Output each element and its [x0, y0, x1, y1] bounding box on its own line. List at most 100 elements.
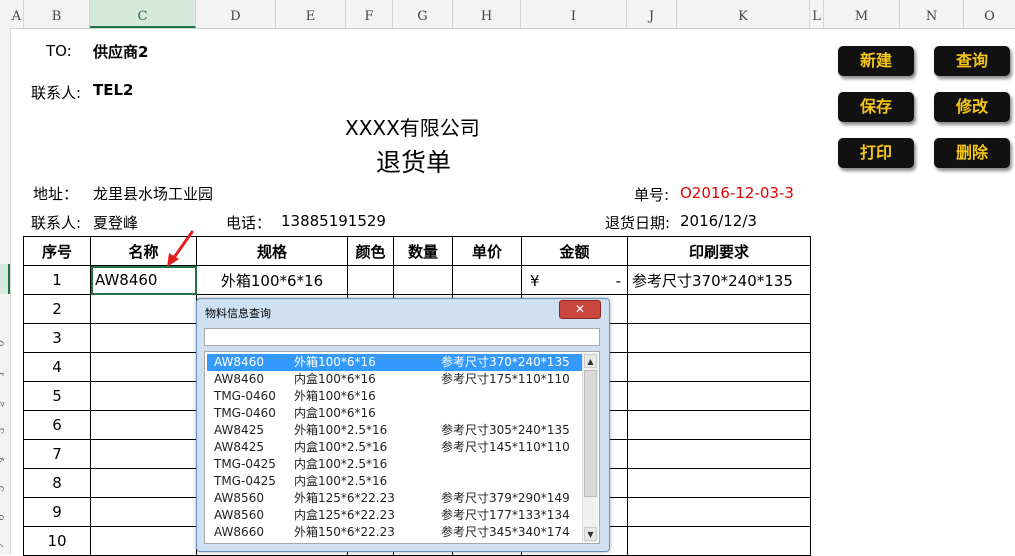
col-color-header: 颜色	[347, 236, 394, 266]
list-item[interactable]: AW8425 外箱100*2.5*16 参考尺寸305*240*135	[207, 422, 583, 439]
list-item[interactable]: AW8460 内盒100*6*16 参考尺寸175*110*110	[207, 371, 583, 388]
scroll-up-icon[interactable]: ▲	[584, 354, 597, 368]
col-header-h[interactable]: H	[453, 0, 521, 28]
print-req-cell[interactable]	[627, 439, 811, 469]
row-no-cell[interactable]: 6	[23, 410, 91, 440]
name-cell[interactable]	[90, 497, 197, 527]
selected-row-marker	[0, 264, 10, 294]
edit-button[interactable]: 修改	[934, 92, 1010, 122]
contact-value[interactable]: TEL2	[93, 81, 133, 99]
list-item[interactable]: TMG-0460 外箱100*6*16	[207, 388, 583, 405]
col-amount-header: 金额	[521, 236, 628, 266]
delete-button[interactable]: 删除	[934, 138, 1010, 168]
col-header-o[interactable]: O	[964, 0, 1015, 28]
dialog-title: 物料信息查询	[205, 307, 271, 320]
currency-symbol: ¥	[530, 272, 540, 290]
query-button[interactable]: 查询	[934, 46, 1010, 76]
list-item[interactable]: AW8460 外箱100*6*16 参考尺寸370*240*135	[207, 354, 583, 371]
return-date-value[interactable]: 2016/12/3	[680, 212, 757, 230]
order-no-value[interactable]: O2016-12-03-3	[680, 184, 794, 202]
row-number[interactable]: 0	[0, 339, 7, 349]
print-req-cell[interactable]	[627, 381, 811, 411]
row-number[interactable]: 5	[0, 484, 7, 494]
row-no-cell[interactable]: 10	[23, 526, 91, 556]
col-header-d[interactable]: D	[196, 0, 276, 28]
col-header-l[interactable]: L	[810, 0, 824, 28]
contact-label: 联系人:	[31, 84, 82, 102]
print-req-cell[interactable]	[627, 323, 811, 353]
row-no-cell[interactable]: 9	[23, 497, 91, 527]
list-item[interactable]: AW8560 外箱125*6*22.23 参考尺寸379*290*149	[207, 490, 583, 507]
material-list[interactable]: AW8460 外箱100*6*16 参考尺寸370*240*135 AW8460 内盒…	[204, 351, 600, 544]
list-item[interactable]: AW8560 内盒125*6*22.23 参考尺寸177*133*134	[207, 507, 583, 524]
phone-value[interactable]: 13885191529	[281, 212, 386, 230]
col-header-j[interactable]: J	[627, 0, 677, 28]
col-header-i[interactable]: I	[521, 0, 627, 28]
name-cell[interactable]	[90, 323, 197, 353]
list-item[interactable]: TMG-0425 内盒100*2.5*16	[207, 473, 583, 490]
print-req-cell[interactable]: 参考尺寸370*240*135	[627, 265, 811, 295]
qty-cell[interactable]	[393, 265, 453, 295]
list-item[interactable]: AW8425 内盒100*2.5*16 参考尺寸145*110*110	[207, 439, 583, 456]
row-no-cell[interactable]: 2	[23, 294, 91, 324]
row-number[interactable]: 4	[0, 455, 7, 465]
col-header-f[interactable]: F	[346, 0, 393, 28]
list-item[interactable]: AW8660 外箱150*6*22.23 参考尺寸345*340*174	[207, 524, 583, 541]
row-no-cell[interactable]: 7	[23, 439, 91, 469]
contact2-label: 联系人:	[31, 214, 82, 232]
print-req-cell[interactable]	[627, 352, 811, 382]
color-cell[interactable]	[347, 265, 394, 295]
print-req-cell[interactable]	[627, 497, 811, 527]
material-lookup-dialog: 物料信息查询 ✕ AW8460 外箱100*6*16 参考尺寸370*240*135…	[196, 298, 610, 552]
scroll-thumb[interactable]	[584, 370, 597, 497]
address-value[interactable]: 龙里县水场工业园	[93, 183, 213, 204]
col-header-c[interactable]: C	[90, 0, 196, 28]
row-no-cell[interactable]: 8	[23, 468, 91, 498]
material-search-input[interactable]	[204, 328, 600, 346]
list-item[interactable]: TMG-0460 内盒100*6*16	[207, 405, 583, 422]
address-label: 地址：	[33, 185, 79, 203]
row-no-cell[interactable]: 4	[23, 352, 91, 382]
column-header-bar: A B C D E F G H I J K L M N O	[0, 0, 1015, 29]
spec-cell[interactable]: 外箱100*6*16	[196, 265, 348, 295]
save-button[interactable]: 保存	[838, 92, 914, 122]
amount-cell[interactable]: ¥ -	[521, 265, 628, 295]
print-req-cell[interactable]	[627, 294, 811, 324]
name-cell[interactable]	[90, 294, 197, 324]
name-cell[interactable]	[90, 439, 197, 469]
name-cell-active[interactable]: AW8460	[90, 265, 197, 295]
print-req-cell[interactable]	[627, 468, 811, 498]
phone-label: 电话：	[226, 214, 272, 232]
row-no-cell[interactable]: 3	[23, 323, 91, 353]
scroll-down-icon[interactable]: ▼	[584, 527, 597, 541]
col-header-n[interactable]: N	[900, 0, 964, 28]
col-header-e[interactable]: E	[276, 0, 346, 28]
name-cell[interactable]	[90, 526, 197, 556]
row-no-cell[interactable]: 5	[23, 381, 91, 411]
print-req-cell[interactable]	[627, 410, 811, 440]
contact2-value[interactable]: 夏登峰	[93, 212, 138, 233]
list-item[interactable]: TMG-0425 内盒100*2.5*16	[207, 456, 583, 473]
col-header-k[interactable]: K	[677, 0, 810, 28]
row-number[interactable]: 2	[0, 399, 7, 409]
row-number[interactable]: 6	[0, 513, 7, 523]
name-cell[interactable]	[90, 468, 197, 498]
name-cell[interactable]	[90, 352, 197, 382]
print-req-cell[interactable]	[627, 526, 811, 556]
name-cell[interactable]	[90, 410, 197, 440]
row-number[interactable]: 1	[0, 369, 7, 379]
new-button[interactable]: 新建	[838, 46, 914, 76]
list-scrollbar[interactable]: ▲ ▼	[582, 353, 598, 542]
row-number[interactable]: 3	[0, 426, 7, 436]
name-cell[interactable]	[90, 381, 197, 411]
col-header-a[interactable]: A	[10, 0, 24, 28]
dialog-close-button[interactable]: ✕	[559, 300, 601, 319]
col-header-m[interactable]: M	[824, 0, 900, 28]
row-number[interactable]: 7	[0, 541, 7, 551]
row-no-cell[interactable]: 1	[23, 265, 91, 295]
print-button[interactable]: 打印	[838, 138, 914, 168]
price-cell[interactable]	[452, 265, 522, 295]
col-header-b[interactable]: B	[24, 0, 90, 28]
to-value[interactable]: 供应商2	[93, 41, 148, 62]
col-header-g[interactable]: G	[393, 0, 453, 28]
